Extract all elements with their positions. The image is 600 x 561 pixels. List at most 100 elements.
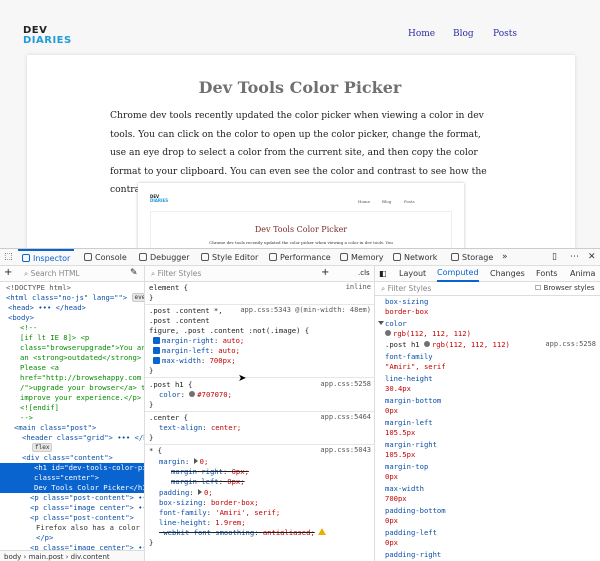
computed-prop-8[interactable]: margin-top xyxy=(385,462,428,472)
r4-prop-8-value[interactable]: antialiased; xyxy=(263,528,315,537)
breadcrumb-body[interactable]: body xyxy=(4,553,21,561)
r4-prop-3-name[interactable]: margin-left xyxy=(171,477,219,486)
r4-prop-2-name[interactable]: margin-right xyxy=(171,467,223,476)
nav-blog-link[interactable]: Blog xyxy=(453,29,474,39)
r3-source[interactable]: app.css:5464 xyxy=(320,413,371,421)
tree-p-post-content-2[interactable]: <p class="post-content"> xyxy=(0,513,144,523)
r4-prop-2[interactable]: margin-right: 0px; xyxy=(171,467,249,477)
cls-toggle[interactable]: .cls xyxy=(358,269,370,277)
tree-doctype[interactable]: <!DOCTYPE html> xyxy=(0,283,144,293)
r4-prop-4-value[interactable]: 0; xyxy=(204,488,213,497)
tree-html[interactable]: <html class="no-js" lang=""> event xyxy=(0,293,144,303)
rules-filter-input[interactable]: ⌕ Filter Styles xyxy=(151,268,201,280)
tab-style-editor[interactable]: Style Editor xyxy=(201,249,258,266)
r4-prop-3[interactable]: margin-left: 0px; xyxy=(171,477,245,487)
computed-prop-10[interactable]: padding-bottom xyxy=(385,506,446,516)
tree-comment-3[interactable]: class="browserupgrade">You are using xyxy=(0,343,144,353)
tree-h1-text[interactable]: Dev Tools Color Picker</h1> xyxy=(0,483,144,493)
computed-prop-11[interactable]: padding-left xyxy=(385,528,437,538)
r1-prop-3-name[interactable]: max-width xyxy=(162,356,201,365)
tree-p-image-center-1[interactable]: <p class="image center"> ••• </p> xyxy=(0,503,144,513)
r1-prop-3[interactable]: max-width: 700px; xyxy=(153,356,236,366)
computed-prop-7[interactable]: margin-right xyxy=(385,440,437,450)
r4-prop-2-value[interactable]: 0px; xyxy=(232,467,249,476)
r1-prop-1-checkbox[interactable] xyxy=(153,337,160,344)
element-rule-source[interactable]: inline xyxy=(346,283,371,291)
tab-debugger[interactable]: Debugger xyxy=(139,249,190,266)
close-icon[interactable]: ✕ xyxy=(588,249,596,266)
tab-animations[interactable]: Anima xyxy=(570,266,595,282)
tab-fonts[interactable]: Fonts xyxy=(536,266,558,282)
markup-search-input[interactable]: ⌕ Search HTML xyxy=(24,268,80,280)
tree-main[interactable]: <main class="post"> xyxy=(0,423,144,433)
browser-styles-checkbox[interactable]: ☐ Browser styles xyxy=(535,284,595,292)
r1-prop-2-name[interactable]: margin-left xyxy=(162,346,210,355)
r4-prop-1-name[interactable]: margin xyxy=(159,457,185,466)
r3-prop-value[interactable]: center; xyxy=(211,423,241,432)
tab-inspector[interactable]: Inspector xyxy=(18,249,75,266)
tree-comment-9[interactable]: <![endif] xyxy=(0,403,144,413)
tab-changes[interactable]: Changes xyxy=(490,266,525,282)
tree-body[interactable]: <body> xyxy=(0,313,144,323)
tree-head[interactable]: <head> ••• </head> xyxy=(0,303,144,313)
tree-comment-5[interactable]: Please <a xyxy=(0,363,144,373)
r4-prop-5-name[interactable]: box-sizing xyxy=(159,498,202,507)
tab-storage[interactable]: Storage xyxy=(451,249,493,266)
computed-prop-6[interactable]: margin-left xyxy=(385,418,433,428)
expanded-icon[interactable] xyxy=(378,321,384,325)
add-node-icon[interactable]: + xyxy=(4,267,12,278)
tab-memory[interactable]: Memory xyxy=(340,249,384,266)
expand-icon[interactable] xyxy=(193,458,198,464)
r4-prop-8[interactable]: -webkit-font-smoothing: antialiased; xyxy=(159,528,326,538)
color-detail-source[interactable]: app.css:5258 xyxy=(545,340,596,348)
r4-prop-4-name[interactable]: padding xyxy=(159,488,189,497)
r4-prop-6[interactable]: font-family: 'Amiri', serif; xyxy=(159,508,280,518)
add-rule-icon[interactable]: + xyxy=(321,267,329,278)
tree-p-text[interactable]: Firefox also has a color picker xyxy=(0,523,144,533)
responsive-design-icon[interactable]: ▯ xyxy=(552,249,557,266)
tree-h1-selected[interactable]: <h1 id="dev-tools-color-picker" xyxy=(0,463,144,473)
r4-prop-5-value[interactable]: border-box; xyxy=(211,498,259,507)
r4-prop-1[interactable]: margin: 0; xyxy=(159,457,208,467)
computed-prop-9[interactable]: max-width xyxy=(385,484,424,494)
computed-prop-3[interactable]: font-family xyxy=(385,352,433,362)
r4-prop-6-name[interactable]: font-family xyxy=(159,508,207,517)
expand-icon[interactable] xyxy=(197,489,202,495)
r1-prop-2[interactable]: margin-left: auto; xyxy=(153,346,240,356)
computed-prop-4[interactable]: line-height xyxy=(385,374,433,384)
r4-prop-7-value[interactable]: 1.9rem; xyxy=(215,518,245,527)
computed-prop-1[interactable]: box-sizing xyxy=(385,297,428,307)
r2-prop-name[interactable]: color xyxy=(159,390,181,399)
r4-prop-1-value[interactable]: 0; xyxy=(200,457,209,466)
tree-comment-7[interactable]: /">upgrade your browser</a> to xyxy=(0,383,144,393)
computed-prop-5[interactable]: margin-bottom xyxy=(385,396,441,406)
nav-home-link[interactable]: Home xyxy=(408,29,435,39)
breadcrumb-main[interactable]: main.post xyxy=(29,553,64,561)
nav-posts-link[interactable]: Posts xyxy=(493,29,517,39)
r1-source[interactable]: app.css:5343 @(min-width: 48em) xyxy=(240,306,371,314)
r1-prop-2-value[interactable]: auto; xyxy=(218,346,240,355)
tree-comment-10[interactable]: --> xyxy=(0,413,144,423)
r4-prop-8-name[interactable]: -webkit-font-smoothing xyxy=(159,528,254,537)
color-swatch-icon[interactable] xyxy=(189,391,196,397)
pick-element-icon[interactable]: ⬚ xyxy=(4,249,13,266)
r4-prop-7-name[interactable]: line-height xyxy=(159,518,207,527)
r4-prop-7[interactable]: line-height: 1.9rem; xyxy=(159,518,246,528)
tab-network[interactable]: Network xyxy=(393,249,437,266)
r2-source[interactable]: app.css:5258 xyxy=(320,380,371,388)
eyedropper-icon[interactable]: ✎ xyxy=(130,268,138,278)
tree-comment-4[interactable]: an <strong>outdated</strong> browser. xyxy=(0,353,144,363)
color-swatch-icon[interactable] xyxy=(385,330,391,336)
tree-p-post-content-1[interactable]: <p class="post-content"> ••• </p> xyxy=(0,493,144,503)
tree-comment-6[interactable]: href="http://browsehappy.com xyxy=(0,373,144,383)
tree-comment-8[interactable]: improve your experience.</p> xyxy=(0,393,144,403)
tab-console[interactable]: Console xyxy=(84,249,127,266)
r2-prop-value[interactable]: #707070; xyxy=(197,390,232,399)
tree-p-close[interactable]: </p> xyxy=(0,533,144,543)
computed-filter-input[interactable]: ⌕ Filter Styles xyxy=(381,283,431,295)
r3-prop[interactable]: text-align: center; xyxy=(159,423,241,433)
html-event-badge[interactable]: event xyxy=(131,293,144,302)
r1-prop-2-checkbox[interactable] xyxy=(153,347,160,354)
tab-computed[interactable]: Computed xyxy=(437,266,479,282)
r1-prop-1-name[interactable]: margin-right xyxy=(162,336,214,345)
